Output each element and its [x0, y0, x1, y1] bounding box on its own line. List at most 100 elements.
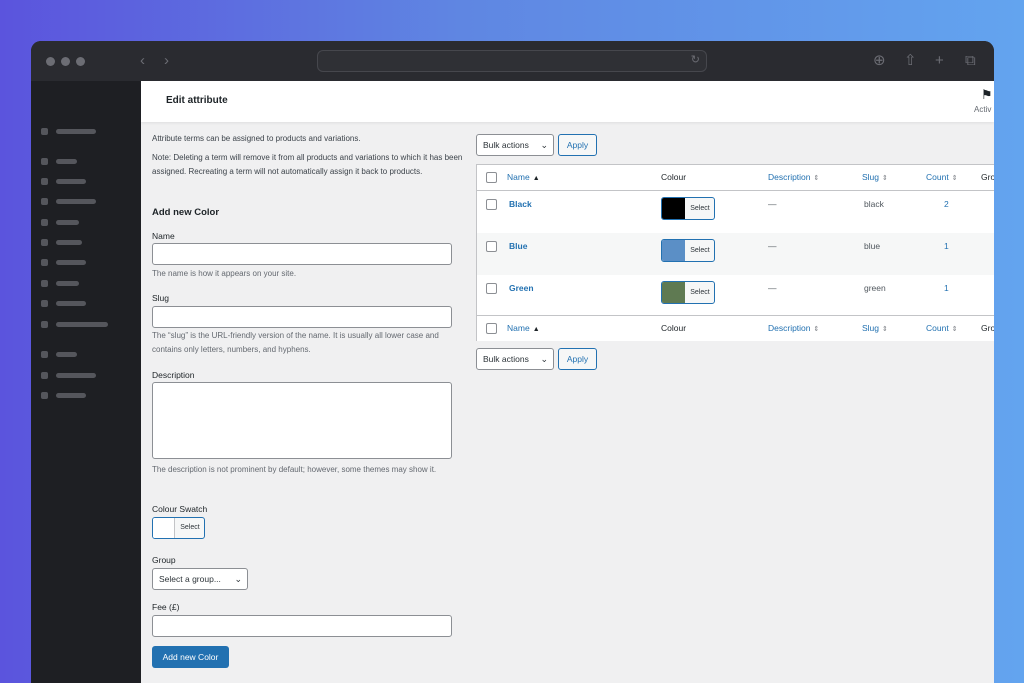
chevron-down-icon: ⌄ — [234, 574, 242, 584]
term-name-link[interactable]: Black — [509, 199, 532, 209]
maximize-window-dot[interactable] — [76, 57, 85, 66]
term-count-link[interactable]: 1 — [944, 241, 949, 251]
close-window-dot[interactable] — [46, 57, 55, 66]
term-slug: blue — [864, 241, 881, 251]
sort-icon: ▲ — [532, 175, 540, 182]
row-checkbox[interactable] — [486, 199, 497, 210]
column-count[interactable]: Count ⇕ — [926, 323, 958, 333]
row-swatch-picker[interactable]: Select — [661, 197, 715, 220]
column-description[interactable]: Description ⇕ — [768, 172, 819, 182]
menu-icon — [41, 198, 48, 205]
table-header: Name ▲ Colour Description ⇕ Slug ⇕ Count ⇕ G… — [477, 165, 994, 191]
menu-icon — [41, 392, 48, 399]
back-arrow-icon[interactable]: ‹ — [140, 51, 145, 71]
menu-icon — [41, 351, 48, 358]
sort-icon: ▲ — [532, 326, 540, 333]
column-name[interactable]: Name ▲ — [507, 323, 540, 333]
sort-icon: ⇕ — [951, 175, 958, 182]
swatch-select-label: Select — [690, 205, 710, 212]
term-count-link[interactable]: 1 — [944, 283, 949, 293]
table-row: Green Select — green 1 — [477, 275, 994, 317]
menu-icon — [41, 158, 48, 165]
column-count[interactable]: Count ⇕ — [926, 172, 958, 182]
description-textarea[interactable] — [152, 382, 452, 459]
sort-icon: ⇕ — [813, 326, 820, 333]
address-bar[interactable]: ↻ — [317, 50, 707, 72]
swatch-preview — [662, 282, 685, 303]
swatch-select-label: Select — [690, 289, 710, 296]
bulk-actions-select-bottom[interactable]: Bulk actions ⌄ — [476, 348, 554, 370]
column-group: Gro — [981, 323, 994, 333]
row-swatch-picker[interactable]: Select — [661, 239, 715, 262]
swatch-select-label: Select — [690, 247, 710, 254]
bulk-actions-value: Bulk actions — [483, 140, 529, 150]
group-label: Group — [152, 555, 176, 565]
share-icon[interactable]: ⇧ — [904, 51, 917, 71]
bulk-actions-select-top[interactable]: Bulk actions ⌄ — [476, 134, 554, 156]
menu-icon — [41, 321, 48, 328]
swatch-preview — [662, 240, 685, 261]
row-checkbox[interactable] — [486, 283, 497, 294]
menu-icon — [41, 219, 48, 226]
page-header: Edit attribute ⚑ Activ — [141, 81, 994, 122]
chevron-down-icon: ⌄ — [540, 140, 548, 150]
description-help: The description is not prominent by defa… — [152, 465, 437, 474]
name-label: Name — [152, 231, 175, 241]
download-icon[interactable]: ⊕ — [873, 51, 886, 71]
menu-icon — [41, 178, 48, 185]
term-count-link[interactable]: 2 — [944, 199, 949, 209]
table-footer: Name ▲ Colour Description ⇕ Slug ⇕ Count ⇕ G… — [477, 315, 994, 341]
table-row: Black Select — black 2 — [477, 191, 994, 233]
row-swatch-picker[interactable]: Select — [661, 281, 715, 304]
swatch-select-label: Select — [180, 524, 200, 531]
swatch-preview — [662, 198, 685, 219]
delete-note: Note: Deleting a term will remove it fro… — [152, 153, 463, 176]
column-name[interactable]: Name ▲ — [507, 172, 540, 182]
select-all-checkbox[interactable] — [486, 323, 497, 334]
menu-icon — [41, 372, 48, 379]
term-description: — — [768, 283, 777, 293]
term-description: — — [768, 241, 777, 251]
colour-swatch-picker[interactable]: Select — [152, 517, 205, 539]
apply-button-bottom[interactable]: Apply — [558, 348, 597, 370]
fee-label: Fee (£) — [152, 602, 180, 612]
menu-icon — [41, 259, 48, 266]
term-name-link[interactable]: Blue — [509, 241, 527, 251]
row-checkbox[interactable] — [486, 241, 497, 252]
column-slug[interactable]: Slug ⇕ — [862, 323, 888, 333]
term-slug: green — [864, 283, 886, 293]
name-input[interactable] — [152, 243, 452, 265]
apply-button-top[interactable]: Apply — [558, 134, 597, 156]
add-new-color-button[interactable]: Add new Color — [152, 646, 229, 668]
term-name-link[interactable]: Green — [509, 283, 534, 293]
chevron-down-icon: ⌄ — [540, 354, 548, 364]
activity-label[interactable]: Activ — [974, 105, 991, 114]
swatch-preview — [153, 518, 175, 538]
reload-icon[interactable]: ↻ — [691, 53, 700, 66]
flag-icon[interactable]: ⚑ — [981, 87, 993, 103]
main-content: Edit attribute ⚑ Activ Attribute terms c… — [141, 81, 994, 683]
form-heading: Add new Color — [152, 207, 220, 218]
column-colour: Colour — [661, 172, 687, 182]
menu-icon — [41, 239, 48, 246]
sort-icon: ⇕ — [882, 326, 888, 333]
tabs-icon[interactable]: ⧉ — [965, 51, 976, 71]
select-all-checkbox[interactable] — [486, 172, 497, 183]
new-tab-icon[interactable]: + — [935, 51, 944, 71]
fee-input[interactable] — [152, 615, 452, 637]
column-description[interactable]: Description ⇕ — [768, 323, 819, 333]
forward-arrow-icon[interactable]: › — [164, 51, 169, 71]
sort-icon: ⇕ — [813, 175, 820, 182]
group-select[interactable]: Select a group... ⌄ — [152, 568, 248, 590]
sort-icon: ⇕ — [951, 326, 958, 333]
term-description: — — [768, 199, 777, 209]
minimize-window-dot[interactable] — [61, 57, 70, 66]
menu-icon — [41, 280, 48, 287]
name-help: The name is how it appears on your site. — [152, 269, 297, 278]
menu-icon — [41, 128, 48, 135]
slug-label: Slug — [152, 293, 170, 303]
slug-input[interactable] — [152, 306, 452, 328]
description-label: Description — [152, 370, 195, 380]
admin-sidebar — [31, 81, 141, 683]
column-slug[interactable]: Slug ⇕ — [862, 172, 888, 182]
